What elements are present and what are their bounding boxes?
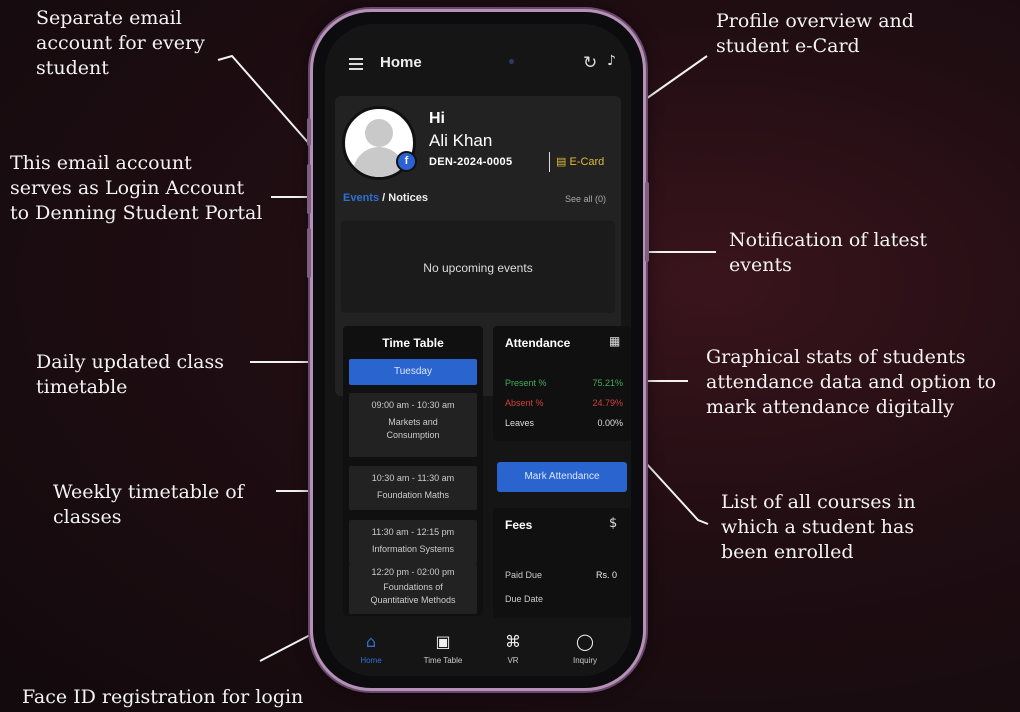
annotation-login-account: This email account serves as Login Accou… — [10, 152, 263, 224]
timetable-title: Time Table — [382, 336, 444, 350]
annotation-profile-overview: Profile overview and student e-Card — [716, 10, 914, 57]
timetable-card[interactable]: Time Table Tuesday 09:00 am - 10:30 am M… — [343, 326, 483, 616]
see-all-link[interactable]: See all (0) — [565, 194, 606, 204]
annotation-attendance-stats: Graphical stats of students attendance d… — [706, 346, 997, 418]
annotation-email-account: Separate email account for every student — [36, 7, 205, 79]
notice-tabs: Events / Notices — [343, 192, 428, 204]
bottom-nav: ⌂ Home ▣ Time Table ⌘ VR ◯ Inquiry — [325, 624, 631, 676]
fees-title: Fees — [505, 518, 533, 532]
fees-row-due-date: Due Date — [505, 594, 544, 604]
currency-icon: $ — [609, 516, 618, 531]
nav-item-inquiry[interactable]: ◯ Inquiry — [555, 632, 615, 665]
calendar-icon[interactable]: ▦ — [609, 334, 620, 348]
attendance-row-present: Present % 75.21% — [505, 378, 623, 388]
events-panel: No upcoming events — [341, 221, 615, 313]
annotation-notification: Notification of latest events — [729, 229, 928, 276]
avatar-head-shape — [365, 119, 393, 147]
app-topbar: Home ↻ ♪ — [325, 24, 631, 100]
bell-icon[interactable]: ♪ — [607, 53, 616, 69]
callout-line-faceid — [259, 633, 313, 662]
nav-item-vr[interactable]: ⌘ VR — [483, 632, 543, 665]
annotation-daily-timetable: Daily updated class timetable — [36, 351, 225, 398]
page-title: Home — [380, 54, 422, 71]
fees-row-paid-due: Paid Due Rs. 0 — [505, 570, 617, 580]
callout-line-email — [217, 54, 313, 148]
empty-events-message: No upcoming events — [423, 261, 533, 275]
calendar-nav-icon: ▣ — [435, 632, 451, 651]
annotation-face-id: Face ID registration for login — [22, 686, 304, 708]
menu-icon[interactable] — [349, 58, 363, 70]
chat-bubble-icon: ◯ — [576, 632, 594, 651]
timetable-slot[interactable]: 11:30 am - 12:15 pm Information Systems — [349, 520, 477, 564]
app-screen: Home ↻ ♪ f Hi Ali Khan DEN-2024-0005 ▤ E… — [325, 24, 631, 676]
nav-item-timetable[interactable]: ▣ Time Table — [413, 632, 473, 665]
institution-icon: ⌘ — [505, 632, 521, 651]
attendance-card[interactable]: Attendance ▦ Present % 75.21% Absent % 2… — [493, 326, 631, 441]
timetable-slot[interactable]: 12:20 pm - 02:00 pm Foundations of Quant… — [349, 564, 477, 614]
attendance-row-leaves: Leaves 0.00% — [505, 418, 623, 428]
callout-line-courses — [644, 461, 709, 525]
phone-mockup: Home ↻ ♪ f Hi Ali Khan DEN-2024-0005 ▤ E… — [307, 12, 649, 688]
student-id: DEN-2024-0005 — [429, 156, 513, 168]
phone-volume-up-button — [307, 164, 311, 214]
front-camera — [509, 59, 514, 64]
phone-mute-button — [307, 118, 311, 146]
greeting: Hi — [429, 110, 445, 127]
ecard-icon: ▤ — [556, 156, 570, 168]
timetable-slot[interactable]: 10:30 am - 11:30 am Foundation Maths — [349, 466, 477, 510]
face-id-badge-icon[interactable]: f — [396, 151, 417, 172]
fees-card[interactable]: Fees $ Paid Due Rs. 0 Due Date — [493, 508, 631, 618]
phone-power-button — [645, 182, 649, 262]
tab-events[interactable]: Events — [343, 192, 379, 204]
home-icon: ⌂ — [365, 632, 377, 651]
attendance-title: Attendance — [505, 336, 571, 350]
tab-notices[interactable]: / Notices — [382, 192, 428, 204]
annotation-courses-list: List of all courses in which a student h… — [721, 491, 916, 563]
callout-line-profile — [642, 55, 708, 102]
phone-volume-down-button — [307, 228, 311, 278]
timetable-slot[interactable]: 09:00 am - 10:30 am Markets and Consumpt… — [349, 393, 477, 457]
student-name: Ali Khan — [429, 131, 493, 150]
refresh-icon[interactable]: ↻ — [583, 53, 597, 73]
ecard-button[interactable]: ▤ E-Card — [549, 152, 624, 172]
nav-item-home[interactable]: ⌂ Home — [341, 632, 401, 665]
mark-attendance-button[interactable]: Mark Attendance — [497, 462, 627, 492]
attendance-row-absent: Absent % 24.79% — [505, 398, 623, 408]
annotation-weekly-timetable: Weekly timetable of classes — [53, 481, 244, 528]
timetable-day-selector[interactable]: Tuesday — [349, 359, 477, 385]
